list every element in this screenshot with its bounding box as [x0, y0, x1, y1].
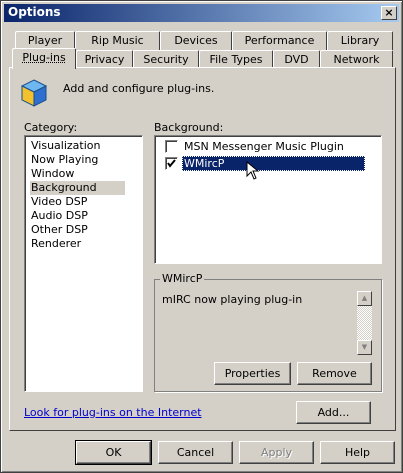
category-item-renderer[interactable]: Renderer — [30, 237, 125, 251]
checkbox-wmircp[interactable] — [165, 157, 178, 170]
category-item-visualization[interactable]: Visualization — [30, 139, 125, 153]
tab-rip-music[interactable]: Rip Music — [75, 31, 160, 50]
properties-button[interactable]: Properties — [214, 362, 291, 385]
details-group: WMircP mIRC now playing plug-in ▲ ▼ Prop… — [154, 272, 382, 392]
plugin-cube-icon — [20, 78, 48, 108]
tab-devices[interactable]: Devices — [160, 31, 232, 50]
plug-ins-panel: Add and configure plug-ins. Category: Vi… — [9, 67, 396, 431]
category-item-audio-dsp[interactable]: Audio DSP — [30, 209, 125, 223]
mouse-pointer-icon — [246, 161, 260, 180]
category-item-video-dsp[interactable]: Video DSP — [30, 195, 125, 209]
checkbox-msn[interactable] — [165, 140, 178, 153]
close-icon[interactable]: × — [381, 6, 397, 20]
category-item-now-playing[interactable]: Now Playing — [30, 153, 125, 167]
remove-button[interactable]: Remove — [297, 362, 372, 385]
find-plugins-link[interactable]: Look for plug-ins on the Internet — [24, 406, 202, 419]
category-item-window[interactable]: Window — [30, 167, 125, 181]
title-bar[interactable]: Options × — [4, 4, 399, 22]
header-description: Add and configure plug-ins. — [63, 82, 215, 95]
apply-button[interactable]: Apply — [239, 441, 314, 464]
cancel-button[interactable]: Cancel — [158, 441, 233, 464]
scroll-down-icon[interactable]: ▼ — [357, 340, 372, 355]
scroll-up-icon[interactable]: ▲ — [357, 291, 372, 306]
category-label: Category: — [24, 121, 78, 134]
tab-performance[interactable]: Performance — [232, 31, 327, 50]
help-button[interactable]: Help — [320, 441, 395, 464]
background-list[interactable]: MSN Messenger Music Plugin WMircP — [154, 135, 382, 264]
tab-plug-ins[interactable]: Plug-ins — [12, 48, 76, 69]
background-item-label: MSN Messenger Music Plugin — [184, 140, 344, 153]
add-button[interactable]: Add... — [296, 401, 371, 424]
window-title: Options — [8, 5, 61, 19]
category-item-other-dsp[interactable]: Other DSP — [30, 223, 125, 237]
tab-library[interactable]: Library — [327, 31, 393, 50]
scroll-track[interactable] — [357, 306, 372, 340]
options-dialog: Options × Player Rip Music Devices Perfo… — [0, 0, 403, 473]
background-item-label: WMircP — [182, 156, 365, 171]
background-label: Background: — [154, 121, 224, 134]
background-item-msn[interactable]: MSN Messenger Music Plugin — [165, 139, 367, 154]
details-group-title: WMircP — [160, 272, 205, 285]
background-item-wmircp[interactable]: WMircP — [165, 156, 367, 171]
ok-button[interactable]: OK — [75, 440, 152, 465]
details-description: mIRC now playing plug-in — [162, 293, 303, 306]
details-scrollbar[interactable]: ▲ ▼ — [357, 291, 372, 355]
category-item-background[interactable]: Background — [30, 181, 125, 195]
category-list[interactable]: Visualization Now Playing Window Backgro… — [24, 135, 143, 392]
checkmark-icon — [167, 159, 176, 168]
